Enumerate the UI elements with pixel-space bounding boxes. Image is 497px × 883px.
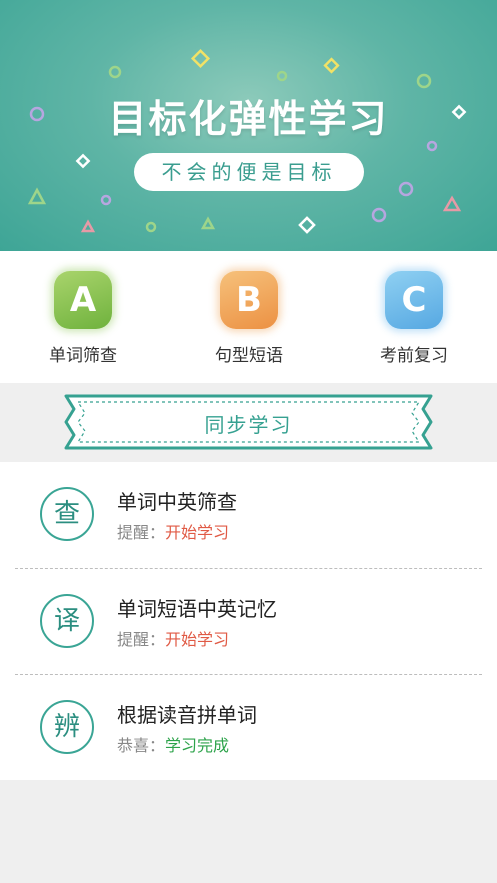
item-title: 单词短语中英记忆 — [117, 597, 277, 621]
category-label: 句型短语 — [215, 346, 283, 366]
list-item[interactable]: 译 单词短语中英记忆 提醒：开始学习 — [0, 569, 497, 675]
status-prefix: 提醒： — [117, 523, 166, 542]
status-link[interactable]: 开始学习 — [165, 630, 229, 649]
item-title: 根据读音拼单词 — [117, 703, 257, 727]
letter-a-icon: A — [54, 271, 112, 329]
item-title: 单词中英筛查 — [117, 490, 237, 514]
item-status-line: 提醒：开始学习 — [117, 519, 229, 543]
translate-char-icon: 译 — [40, 594, 94, 648]
lesson-list: 查 单词中英筛查 提醒：开始学习 译 单词短语中英记忆 提醒：开始学习 辨 根据… — [0, 462, 497, 780]
hero-banner: 目标化弹性学习 不会的便是目标 — [0, 0, 497, 251]
status-link[interactable]: 学习完成 — [165, 736, 229, 755]
status-prefix: 提醒： — [117, 630, 166, 649]
banner-slogan: 不会的便是目标 — [134, 153, 364, 191]
distinguish-char-icon: 辨 — [40, 700, 94, 754]
section-title: 同步学习 — [204, 413, 293, 437]
section-ribbon: 同步学习 — [0, 383, 497, 462]
banner-title: 目标化弹性学习 — [108, 97, 389, 141]
category-word-screening[interactable]: A 单词筛查 — [23, 271, 143, 371]
status-prefix: 恭喜： — [117, 736, 166, 755]
status-link[interactable]: 开始学习 — [165, 523, 229, 542]
category-sentence-phrases[interactable]: B 句型短语 — [189, 271, 309, 371]
category-exam-review[interactable]: C 考前复习 — [354, 271, 474, 371]
list-item[interactable]: 辨 根据读音拼单词 恭喜：学习完成 — [0, 675, 497, 781]
check-char-icon: 查 — [40, 487, 94, 541]
item-status-line: 提醒：开始学习 — [117, 626, 229, 650]
category-label: 考前复习 — [380, 346, 448, 366]
item-status-line: 恭喜：学习完成 — [117, 732, 229, 756]
category-label: 单词筛查 — [49, 346, 117, 366]
list-item[interactable]: 查 单词中英筛查 提醒：开始学习 — [0, 462, 497, 568]
letter-b-icon: B — [220, 271, 278, 329]
letter-c-icon: C — [385, 271, 443, 329]
category-row: A 单词筛查 B 句型短语 C 考前复习 — [0, 251, 497, 383]
